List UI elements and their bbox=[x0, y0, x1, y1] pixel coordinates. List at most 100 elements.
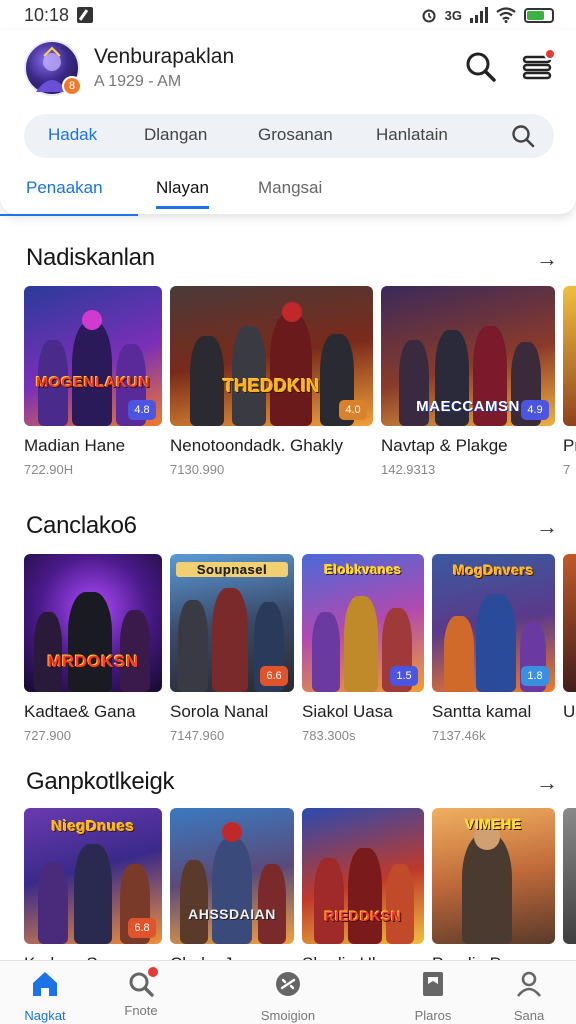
nav-label: Fnote bbox=[124, 1003, 158, 1018]
tab-mangsai[interactable]: Mangsai bbox=[258, 178, 322, 206]
game-card[interactable]: MRDOKSN Kadtae& Gana 727.900 bbox=[24, 554, 162, 743]
game-card[interactable]: Soupnasel 6.6 Sorola Nanal 7147.960 bbox=[170, 554, 294, 743]
chip-dlangan[interactable]: Dlangan bbox=[144, 125, 207, 145]
game-name: U bbox=[563, 702, 576, 721]
rating-badge: 4.8 bbox=[128, 400, 156, 420]
game-card[interactable]: AHSSDAIAN Clorko Jemm bbox=[170, 808, 294, 974]
game-downloads: 7 bbox=[563, 462, 571, 477]
game-art-title: VIMEHE bbox=[465, 816, 522, 832]
game-thumbnail: Soupnasel 6.6 bbox=[170, 554, 294, 692]
game-art-title: AHSSDAIAN bbox=[188, 906, 276, 922]
nav-label: Nagkat bbox=[24, 1008, 66, 1023]
rating-badge: 4.9 bbox=[521, 400, 549, 420]
game-art-title: THEDDKIN bbox=[223, 376, 320, 396]
rating-badge: 1.8 bbox=[521, 666, 549, 686]
rating-badge: 6.6 bbox=[260, 666, 288, 686]
arrow-right-icon[interactable]: → bbox=[536, 770, 558, 796]
game-name: Santta kamal bbox=[432, 702, 532, 721]
game-downloads: 722.90H bbox=[24, 462, 74, 477]
game-thumbnail: MogDnvers 1.8 bbox=[432, 554, 555, 692]
game-card[interactable]: MogDnvers 1.8 Santta kamal 7137.46k bbox=[432, 554, 555, 743]
game-thumbnail bbox=[563, 808, 576, 944]
arrow-right-icon[interactable]: → bbox=[536, 246, 558, 272]
game-card[interactable]: Elobkvanes 1.5 Siakol Uasa 783.300s bbox=[302, 554, 424, 743]
game-thumbnail: NiegDnues 6.8 bbox=[24, 808, 162, 944]
game-card[interactable] bbox=[563, 808, 576, 944]
game-thumbnail: VIMEHE bbox=[432, 808, 555, 944]
game-card[interactable]: MOGENLAKUN 4.8 Madian Hane 722.90H bbox=[24, 286, 162, 477]
rating-badge: 6.8 bbox=[128, 918, 156, 938]
nav-label: Smoigion bbox=[260, 1008, 316, 1023]
game-thumbnail: MRDOKSN bbox=[24, 554, 162, 692]
game-name: Nenotoondadk. Ghakly bbox=[170, 436, 343, 455]
game-card[interactable]: Pr 7 bbox=[563, 286, 576, 477]
nav-home[interactable]: Nagkat bbox=[0, 969, 90, 1023]
nav-games[interactable]: Smoigion bbox=[243, 969, 333, 1023]
nav-label: Sana bbox=[513, 1008, 545, 1023]
game-downloads: 7130.990 bbox=[170, 462, 225, 477]
section-title: Canclako6 bbox=[26, 512, 137, 539]
search-icon[interactable] bbox=[510, 123, 536, 149]
tab-penaakan[interactable]: Penaakan bbox=[26, 178, 103, 206]
profile-name: Venburapaklan bbox=[94, 45, 235, 68]
game-thumbnail: THEDDKIN 4.0 bbox=[170, 286, 373, 426]
menu-button[interactable] bbox=[520, 48, 556, 84]
wifi-icon bbox=[496, 7, 516, 23]
status-bar: 10:18 3G bbox=[0, 0, 576, 30]
nav-apps[interactable]: Plaros bbox=[388, 969, 478, 1023]
edit-icon bbox=[77, 7, 94, 23]
category-search-bar[interactable]: Hadak Dlangan Grosanan Hanlatain bbox=[24, 114, 554, 158]
game-thumbnail: AHSSDAIAN bbox=[170, 808, 294, 944]
tab-nlayan[interactable]: Nlayan bbox=[156, 178, 209, 209]
game-thumbnail bbox=[563, 286, 576, 426]
game-card[interactable]: VIMEHE Pondia Pann bbox=[432, 808, 555, 974]
avatar[interactable]: 8 bbox=[24, 40, 82, 96]
game-card[interactable]: RIEDDKSN Slardie Ulam bbox=[302, 808, 424, 974]
game-name: Sorola Nanal bbox=[170, 702, 269, 721]
battery-icon bbox=[524, 7, 554, 23]
profile[interactable]: 8 Venburapaklan A 1929 - AM bbox=[24, 40, 234, 96]
nav-profile[interactable]: Sana bbox=[484, 969, 574, 1023]
game-name: Madian Hane bbox=[24, 436, 126, 455]
game-art-title: MRDOKSN bbox=[47, 652, 139, 671]
tab-indicator bbox=[0, 214, 138, 216]
status-time: 10:18 bbox=[24, 4, 70, 25]
chip-grosanan[interactable]: Grosanan bbox=[258, 125, 333, 145]
game-art-title: MogDnvers bbox=[453, 562, 534, 578]
game-downloads: 727.900 bbox=[24, 728, 71, 743]
tab-bar: Penaakan Nlayan Mangsai bbox=[0, 176, 576, 216]
signal-icon bbox=[470, 7, 488, 23]
chip-hadak[interactable]: Hadak bbox=[48, 125, 97, 145]
search-icon[interactable] bbox=[464, 50, 498, 84]
game-name: Kadtae& Gana bbox=[24, 702, 136, 721]
game-name: Pr bbox=[563, 436, 576, 455]
game-name: Navtap & Plakge bbox=[381, 436, 508, 455]
gamepad-icon bbox=[276, 972, 300, 996]
game-downloads: 142.9313 bbox=[381, 462, 436, 477]
section-title: Ganpkotlkeigk bbox=[26, 768, 175, 795]
game-card[interactable]: NiegDnues 6.8 Kadnes Suna bbox=[24, 808, 162, 974]
nav-search[interactable]: Fnote bbox=[96, 967, 186, 1018]
game-card[interactable]: MAECCAMSN 4.9 Navtap & Plakge 142.9313 bbox=[381, 286, 555, 477]
notification-dot bbox=[148, 967, 158, 977]
avatar-badge: 8 bbox=[62, 76, 82, 96]
game-downloads: 783.300s bbox=[302, 728, 356, 743]
chip-hanlatain[interactable]: Hanlatain bbox=[376, 125, 448, 145]
game-art-title: Elobkvanes bbox=[324, 562, 402, 577]
game-art-title: MOGENLAKUN bbox=[35, 374, 151, 391]
game-downloads: 7147.960 bbox=[170, 728, 225, 743]
rating-badge: 1.5 bbox=[390, 666, 418, 686]
arrow-right-icon[interactable]: → bbox=[536, 514, 558, 540]
game-art-title: NiegDnues bbox=[51, 818, 135, 835]
rating-badge: 4.0 bbox=[339, 400, 367, 420]
home-icon bbox=[33, 972, 57, 996]
game-card[interactable]: THEDDKIN 4.0 Nenotoondadk. Ghakly 7130.9… bbox=[170, 286, 373, 477]
profile-subtitle: A 1929 - AM bbox=[94, 73, 182, 90]
section-title: Nadiskanlan bbox=[26, 244, 155, 271]
game-art-title: Soupnasel bbox=[176, 562, 288, 577]
game-thumbnail: MOGENLAKUN 4.8 bbox=[24, 286, 162, 426]
game-art-title: RIEDDKSN bbox=[324, 908, 402, 924]
game-card[interactable]: U bbox=[563, 554, 576, 722]
bottom-navigation: Nagkat Fnote Smoigion Plaros Sana bbox=[0, 960, 576, 1024]
notification-dot bbox=[544, 48, 556, 60]
